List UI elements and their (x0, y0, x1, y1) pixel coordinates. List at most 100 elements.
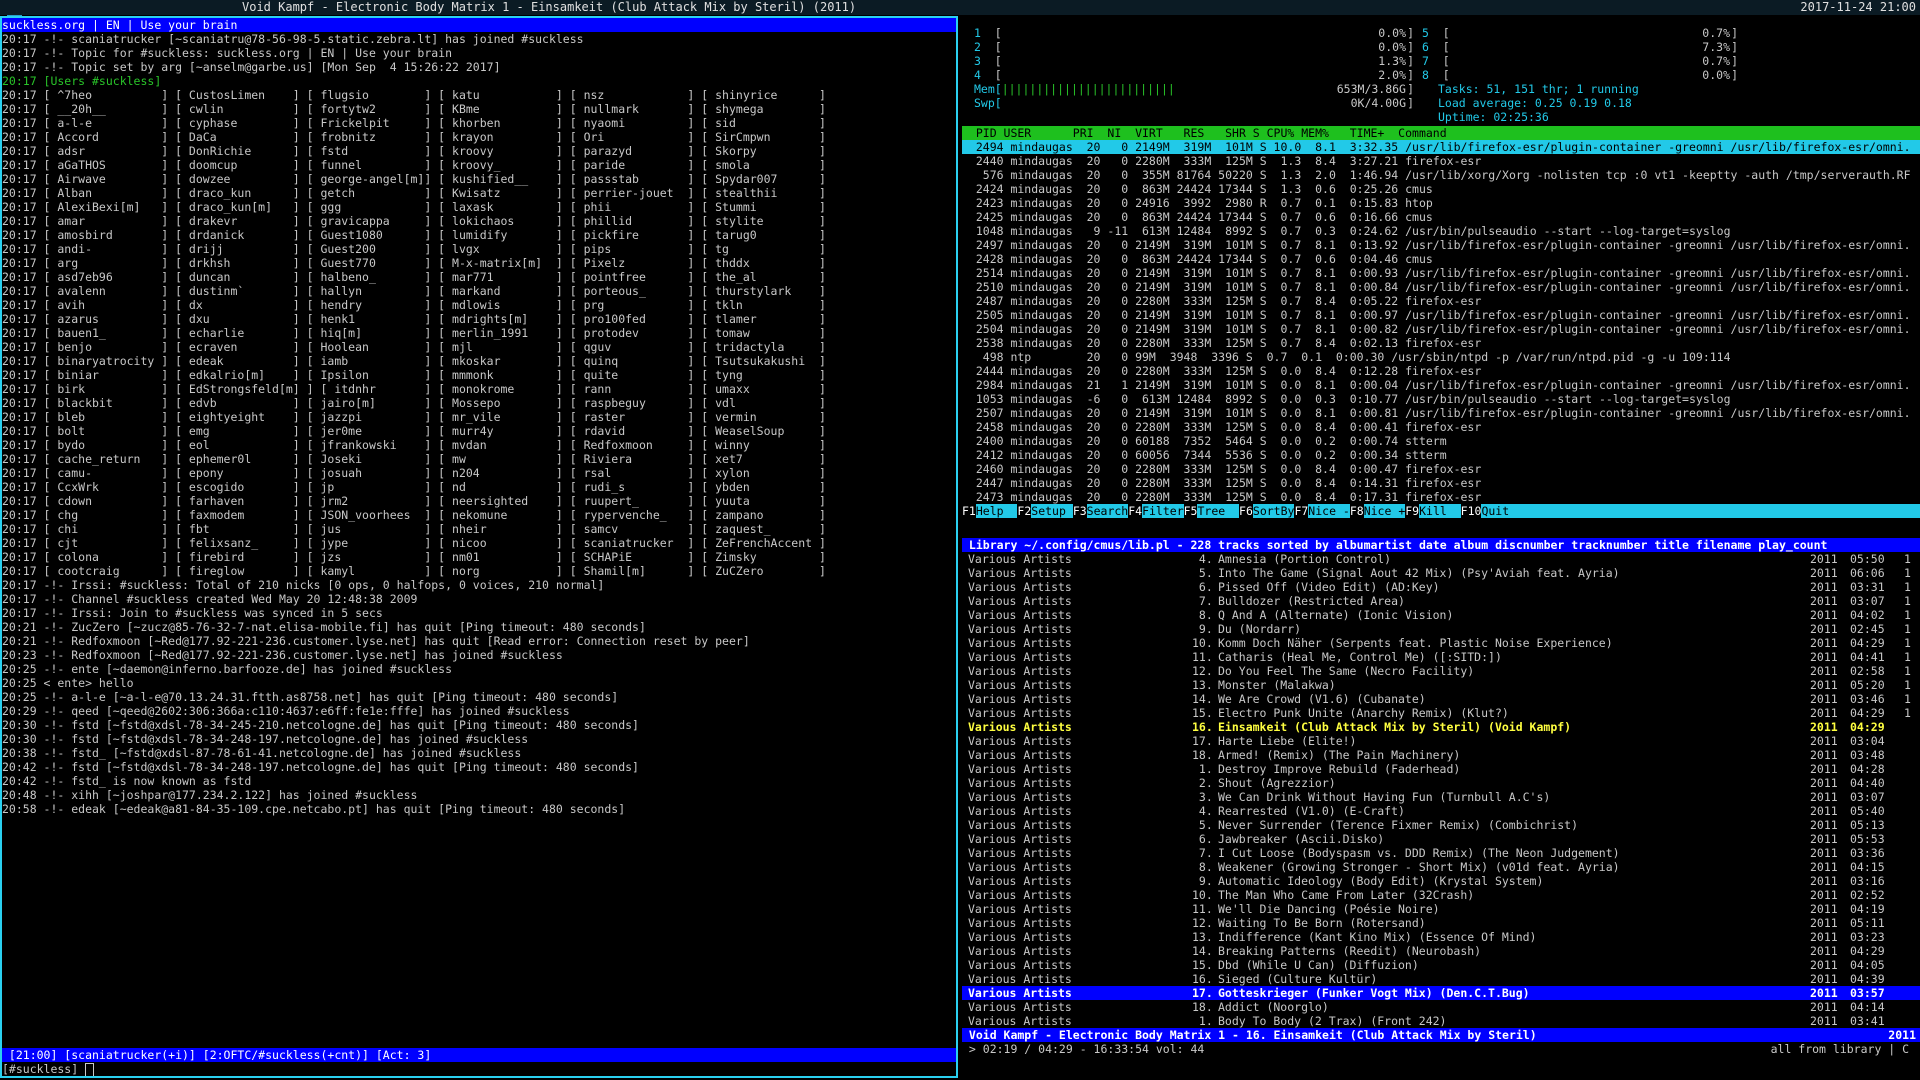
track-year: 2011 (1810, 692, 1838, 706)
track-year: 2011 (1810, 1000, 1838, 1014)
irc-line: 20:17 -!- Channel #suckless created Wed … (2, 592, 418, 606)
track-row[interactable]: Various Artists 7. I Cut Loose (Bodyspasm… (962, 846, 1920, 860)
irc-line: 20:17 -!- Topic for #suckless: suckless.… (2, 46, 453, 60)
cpu-meter: 5 [0.7%] (1422, 26, 1738, 40)
process-row[interactable]: 2510 mindaugas 20 0 2149M 319M 101M S 0.… (962, 280, 1920, 294)
track-row[interactable]: Various Artists 17. Harte Liebe (Elite!) 20… (962, 734, 1920, 748)
process-row[interactable]: 498 ntp 20 0 99M 3948 3396 S 0.7 0.1 0:0… (962, 350, 1920, 364)
track-row[interactable]: Various Artists 13. Indifference (Kant Kin… (962, 930, 1920, 944)
cpu-bar-end: ] (1407, 82, 1414, 96)
process-row[interactable]: 2473 mindaugas 20 0 2280M 333M 125M S 0.… (962, 490, 1920, 504)
process-row[interactable]: 2440 mindaugas 20 0 2280M 333M 125M S 1.… (962, 154, 1920, 168)
process-row[interactable]: 1053 mindaugas -6 0 613M 12484 8992 S 0.… (962, 392, 1920, 406)
track-row[interactable]: Various Artists 2. Shout (Agrezzior) 2011 0… (962, 776, 1920, 790)
track-row[interactable]: Various Artists 5. Never Surrender (Teren… (962, 818, 1920, 832)
track-row[interactable]: Various Artists 1. Destroy Improve Rebuil… (962, 762, 1920, 776)
fkey-f5[interactable]: F5 (1183, 504, 1198, 518)
track-row[interactable]: Various Artists 13. Monster (Malakwa) 2011 0… (962, 678, 1920, 692)
clock: 2017-11-24 21:00 (1800, 0, 1916, 14)
track-row[interactable]: Various Artists 10. Komm Doch Näher (Serpe… (962, 636, 1920, 650)
track-row[interactable]: Various Artists 6. Pissed Off (Video Edit… (962, 580, 1920, 594)
track-duration: 04:29 (1850, 944, 1885, 958)
track-row[interactable]: Various Artists 5. Into The Game (Signal … (962, 566, 1920, 580)
fkey-f10[interactable]: F10 (1460, 504, 1482, 518)
fkey-f1[interactable]: F1 (962, 504, 976, 518)
fkey-f2[interactable]: F2 (1017, 504, 1032, 518)
process-row[interactable]: 2494 mindaugas 20 0 2149M 319M 101M S 10… (962, 140, 1920, 154)
htop-meters: 1 [0.0%] 2 [0.0%] 3 [1.3%] 4 [2.0%] 5 [0.7%]… (962, 26, 1920, 126)
process-row[interactable]: 2984 mindaugas 21 1 2149M 319M 101M S 0.… (962, 378, 1920, 392)
process-row[interactable]: 2497 mindaugas 20 0 2149M 319M 101M S 0.… (962, 238, 1920, 252)
track-row[interactable]: Various Artists 12. Do You Feel The Same (… (962, 664, 1920, 678)
cmus-window[interactable]: Library ~/.config/cmus/lib.pl - 228 trac… (962, 538, 1920, 1078)
process-row[interactable]: 1048 mindaugas 9 -11 613M 12484 8992 S 0… (962, 224, 1920, 238)
track-row[interactable]: Various Artists 7. Bulldozer (Restricted … (962, 594, 1920, 608)
now-playing-year: 2011 (1888, 1028, 1916, 1042)
process-row[interactable]: 2423 mindaugas 20 0 24916 3992 2980 R 0.… (962, 196, 1920, 210)
track-row[interactable]: Various Artists 15. Dbd (While U Can) (Dif… (962, 958, 1920, 972)
track-row[interactable]: Various Artists 4. Rearrested (V1.0) (E-C… (962, 804, 1920, 818)
track-row[interactable]: Various Artists 14. Breaking Patterns (Ree… (962, 944, 1920, 958)
process-table[interactable]: 2494 mindaugas 20 0 2149M 319M 101M S 10… (962, 140, 1920, 504)
track-artist: Various Artists (968, 594, 1072, 608)
fkey-f8[interactable]: F8 (1349, 504, 1364, 518)
process-row[interactable]: 2400 mindaugas 20 0 60188 7352 5464 S 0.… (962, 434, 1920, 448)
track-duration: 05:13 (1850, 818, 1885, 832)
process-row[interactable]: 2514 mindaugas 20 0 2149M 319M 101M S 0.… (962, 266, 1920, 280)
process-row[interactable]: 2487 mindaugas 20 0 2280M 333M 125M S 0.… (962, 294, 1920, 308)
track-duration: 05:53 (1850, 832, 1885, 846)
track-row[interactable]: Various Artists 15. Electro Punk Unite (An… (962, 706, 1920, 720)
track-row[interactable]: Various Artists 8. Weakener (Growing Stro… (962, 860, 1920, 874)
track-row[interactable]: Various Artists 4. Amnesia (Portion Contr… (962, 552, 1920, 566)
fkey-f3[interactable]: F3 (1072, 504, 1087, 518)
track-row[interactable]: Various Artists 14. We Are Crowd (V1.6) (C… (962, 692, 1920, 706)
process-row[interactable]: 2507 mindaugas 20 0 2149M 319M 101M S 0.… (962, 406, 1920, 420)
process-row[interactable]: 2447 mindaugas 20 0 2280M 333M 125M S 0.… (962, 476, 1920, 490)
fkey-f6[interactable]: F6 (1239, 504, 1253, 518)
track-list[interactable]: Various Artists 4. Amnesia (Portion Contr… (962, 552, 1920, 1028)
irssi-window[interactable]: suckless.org | EN | Use your brain 20:17… (0, 16, 958, 1078)
process-row[interactable]: 2424 mindaugas 20 0 863M 24424 17344 S 1… (962, 182, 1920, 196)
track-row[interactable]: Various Artists 10. The Man Who Came From … (962, 888, 1920, 902)
track-title: Harte Liebe (Elite!) (1218, 734, 1357, 748)
fkey-label: Quit (1481, 504, 1523, 518)
track-year: 2011 (1810, 986, 1838, 1000)
track-title: We Are Crowd (V1.6) (Cubanate) (1218, 692, 1426, 706)
htop-window[interactable]: 1 [0.0%] 2 [0.0%] 3 [1.3%] 4 [2.0%] 5 [0.7%]… (962, 16, 1920, 536)
process-row[interactable]: 2460 mindaugas 20 0 2280M 333M 125M S 0.… (962, 462, 1920, 476)
track-number: 3. (1192, 790, 1213, 804)
process-row[interactable]: 2458 mindaugas 20 0 2280M 333M 125M S 0.… (962, 420, 1920, 434)
irc-input-line[interactable]: [#suckless] (2, 1062, 956, 1076)
track-row[interactable]: Various Artists 1. Body To Body (2 Trax) … (962, 1014, 1920, 1028)
process-row[interactable]: 2425 mindaugas 20 0 863M 24424 17344 S 0… (962, 210, 1920, 224)
process-row[interactable]: 2504 mindaugas 20 0 2149M 319M 101M S 0.… (962, 322, 1920, 336)
process-table-header[interactable]: PID USER PRI NI VIRT RES SHR S CPU% MEM%… (962, 126, 1920, 140)
track-row[interactable]: Various Artists 11. We'll Die Dancing (Poé… (962, 902, 1920, 916)
track-row[interactable]: Various Artists 11. Catharis (Heal Me, Con… (962, 650, 1920, 664)
fkey-f9[interactable]: F9 (1405, 504, 1420, 518)
process-row[interactable]: 2538 mindaugas 20 0 2280M 333M 125M S 0.… (962, 336, 1920, 350)
process-row[interactable]: 576 mindaugas 20 0 355M 81764 50220 S 1.… (962, 168, 1920, 182)
process-row[interactable]: 2412 mindaugas 20 0 60056 7344 5536 S 0.… (962, 448, 1920, 462)
track-number: 17. (1192, 986, 1213, 1000)
track-row[interactable]: Various Artists 9. Du (Nordarr) 2011 02:45 1 (962, 622, 1920, 636)
track-number: 11. (1192, 650, 1213, 664)
track-row[interactable]: Various Artists 16. Sieged (Culture Kultür… (962, 972, 1920, 986)
track-row[interactable]: Various Artists 8. Q And A (Alternate) (I… (962, 608, 1920, 622)
track-duration: 05:20 (1850, 678, 1885, 692)
irc-line: 20:17 [ azarus ] [ dxu ] [ henk1 ] [ mdr… (2, 312, 826, 326)
process-row[interactable]: 2505 mindaugas 20 0 2149M 319M 101M S 0.… (962, 308, 1920, 322)
track-row[interactable]: Various Artists 18. Addict (Noorglo) 2011 04… (962, 1000, 1920, 1014)
track-row[interactable]: Various Artists 9. Automatic Ideology (Bo… (962, 874, 1920, 888)
fkey-f4[interactable]: F4 (1128, 504, 1143, 518)
process-row[interactable]: 2444 mindaugas 20 0 2280M 333M 125M S 0.… (962, 364, 1920, 378)
track-row[interactable]: Various Artists 18. Armed! (Remix) (The Pa… (962, 748, 1920, 762)
track-row[interactable]: Various Artists 17. Gotteskrieger (Funker … (962, 986, 1920, 1000)
fkey-f7[interactable]: F7 (1294, 504, 1309, 518)
track-row[interactable]: Various Artists 6. Jawbreaker (Ascii.Disk… (962, 832, 1920, 846)
track-row[interactable]: Various Artists 12. Waiting To Be Born (Ro… (962, 916, 1920, 930)
process-row[interactable]: 2428 mindaugas 20 0 863M 24424 17344 S 0… (962, 252, 1920, 266)
track-row[interactable]: Various Artists 3. We Can Drink Without H… (962, 790, 1920, 804)
cpu-id: 2 (974, 40, 981, 54)
track-row[interactable]: Various Artists 16. Einsamkeit (Club Attac… (962, 720, 1920, 734)
